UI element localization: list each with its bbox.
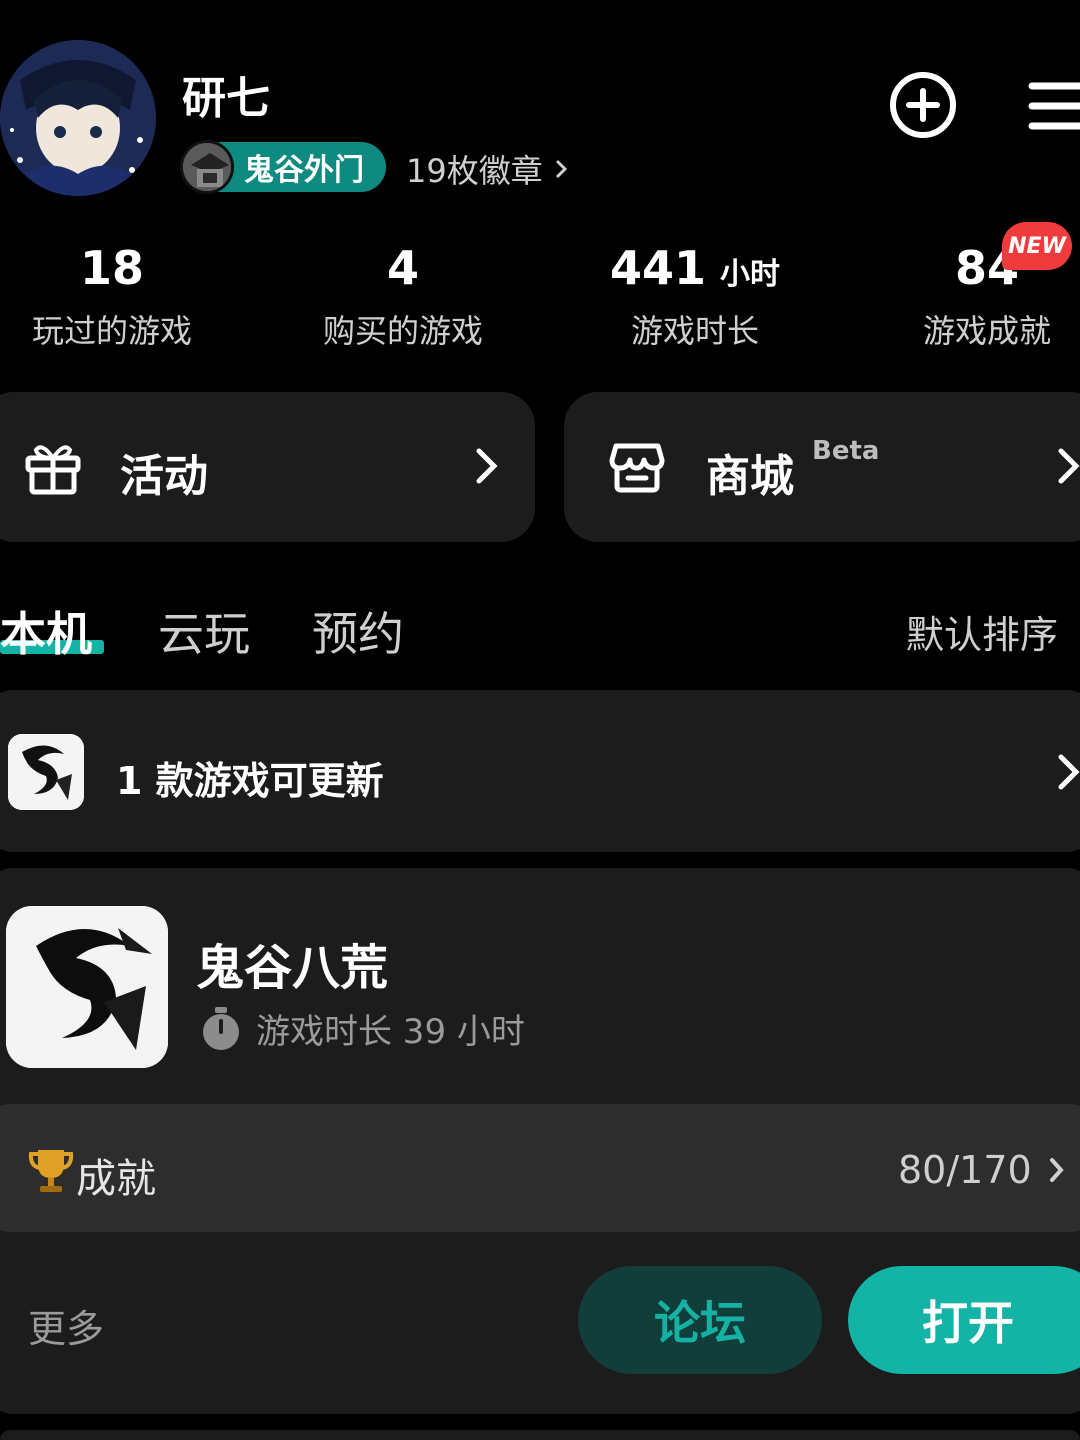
stopwatch-icon xyxy=(203,1006,239,1050)
badge-label: 鬼谷外门 xyxy=(244,153,364,188)
tab-cloud[interactable]: 云玩 xyxy=(158,598,250,664)
stat-value: 18 xyxy=(79,241,144,295)
game-title[interactable]: 鬼谷八荒 xyxy=(196,928,388,998)
next-card-edge xyxy=(0,1430,1080,1440)
trophy-icon xyxy=(28,1150,74,1192)
stat-label: 游戏时长 xyxy=(630,312,759,350)
chevron-right-icon xyxy=(1058,448,1080,484)
open-button[interactable]: 打开 xyxy=(848,1266,1080,1374)
forum-button[interactable]: 论坛 xyxy=(578,1266,822,1374)
more-link[interactable]: 更多 xyxy=(28,1298,104,1353)
tab-local[interactable]: 本机 xyxy=(0,598,92,664)
sort-dropdown[interactable]: 默认排序 xyxy=(906,604,1058,659)
badge-icon xyxy=(180,140,234,194)
gift-icon xyxy=(25,445,81,495)
beta-tag: Beta xyxy=(812,436,880,466)
game-icon-small xyxy=(8,734,84,810)
stat-unit: 小时 xyxy=(720,257,781,292)
chevron-right-icon xyxy=(1049,1158,1064,1182)
add-button[interactable] xyxy=(888,70,958,140)
stat-value: 4 xyxy=(386,241,419,295)
stat-purchased-games[interactable]: 4 购买的游戏 xyxy=(283,240,523,352)
store-icon xyxy=(609,443,665,493)
achievement-label: 成就 xyxy=(76,1156,156,1202)
avatar[interactable] xyxy=(0,40,156,196)
chevron-right-icon xyxy=(476,448,498,484)
chevron-right-icon xyxy=(1058,754,1080,790)
shop-label: 商城 xyxy=(706,451,794,502)
tab-reserve[interactable]: 预约 xyxy=(312,598,404,664)
hamburger-menu-icon xyxy=(1028,82,1080,130)
playtime-text: 游戏时长 39 小时 xyxy=(256,1012,525,1052)
update-text: 1 款游戏可更新 xyxy=(116,759,384,803)
badges-count-link[interactable]: 19枚徽章 xyxy=(406,146,571,192)
stat-value: 441 xyxy=(609,241,707,295)
badges-count-text: 19枚徽章 xyxy=(406,152,543,190)
stat-label: 游戏成就 xyxy=(922,312,1051,350)
stat-play-time[interactable]: 441 小时 游戏时长 xyxy=(575,240,815,352)
stat-played-games[interactable]: 18 玩过的游戏 xyxy=(0,240,232,352)
game-icon[interactable] xyxy=(6,906,168,1068)
achievement-progress: 80/170 xyxy=(898,1148,1066,1192)
stat-label: 购买的游戏 xyxy=(322,312,483,350)
achievement-value: 80/170 xyxy=(898,1148,1032,1192)
playtime-row: 游戏时长 39 小时 xyxy=(200,1004,525,1053)
plus-circle-icon xyxy=(890,72,956,138)
chevron-right-icon xyxy=(555,159,567,179)
activity-label: 活动 xyxy=(120,451,208,502)
badge-pill[interactable]: 鬼谷外门 xyxy=(180,140,386,194)
username: 研七 xyxy=(182,73,270,124)
menu-button[interactable] xyxy=(1026,76,1080,136)
new-badge: NEW xyxy=(1002,222,1072,270)
stat-label: 玩过的游戏 xyxy=(31,312,192,350)
